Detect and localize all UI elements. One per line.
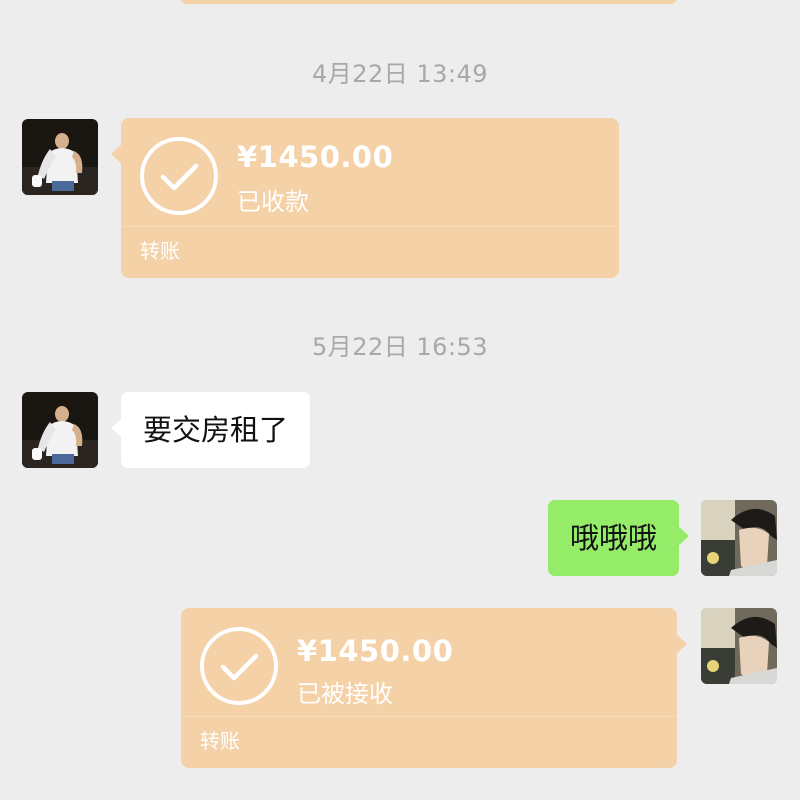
self-avatar-image — [701, 608, 777, 684]
transfer-label: 转账 — [140, 239, 180, 263]
transfer-amount: ¥1450.00 — [297, 634, 454, 668]
bubble-tail — [111, 144, 122, 164]
message-text: 要交房租了 — [143, 413, 289, 447]
message-text: 哦哦哦 — [569, 521, 657, 555]
previous-transfer-card[interactable] — [181, 0, 677, 4]
transfer-status: 已被接收 — [297, 680, 393, 708]
contact-avatar[interactable] — [22, 392, 98, 468]
self-avatar[interactable] — [701, 500, 777, 576]
check-circle-icon — [140, 137, 218, 215]
transfer-card-received[interactable]: ¥1450.00 已收款 转账 — [111, 118, 619, 278]
transfer-amount: ¥1450.00 — [237, 140, 394, 174]
message-bubble-received[interactable]: 要交房租了 — [111, 392, 311, 468]
timestamp: 5月22日 16:53 — [311, 333, 489, 361]
self-avatar-image — [701, 500, 777, 576]
transfer-label: 转账 — [200, 729, 240, 753]
contact-avatar[interactable] — [22, 119, 98, 195]
bubble-tail — [678, 526, 689, 546]
contact-avatar-image — [22, 392, 98, 468]
bubble-tail — [111, 418, 122, 438]
card-divider — [181, 716, 677, 717]
card-divider — [121, 226, 619, 227]
bubble-tail — [676, 634, 687, 654]
timestamp: 4月22日 13:49 — [311, 60, 489, 88]
self-avatar[interactable] — [701, 608, 777, 684]
message-bubble-sent[interactable]: 哦哦哦 — [547, 500, 689, 576]
check-circle-icon — [200, 627, 278, 705]
transfer-status: 已收款 — [237, 188, 309, 216]
chat-screen: 4月22日 13:49 ¥1450.00 已收款 转账 5月22日 16:53 — [0, 0, 800, 800]
transfer-card-sent[interactable]: ¥1450.00 已被接收 转账 — [181, 608, 687, 768]
contact-avatar-image — [22, 119, 98, 195]
